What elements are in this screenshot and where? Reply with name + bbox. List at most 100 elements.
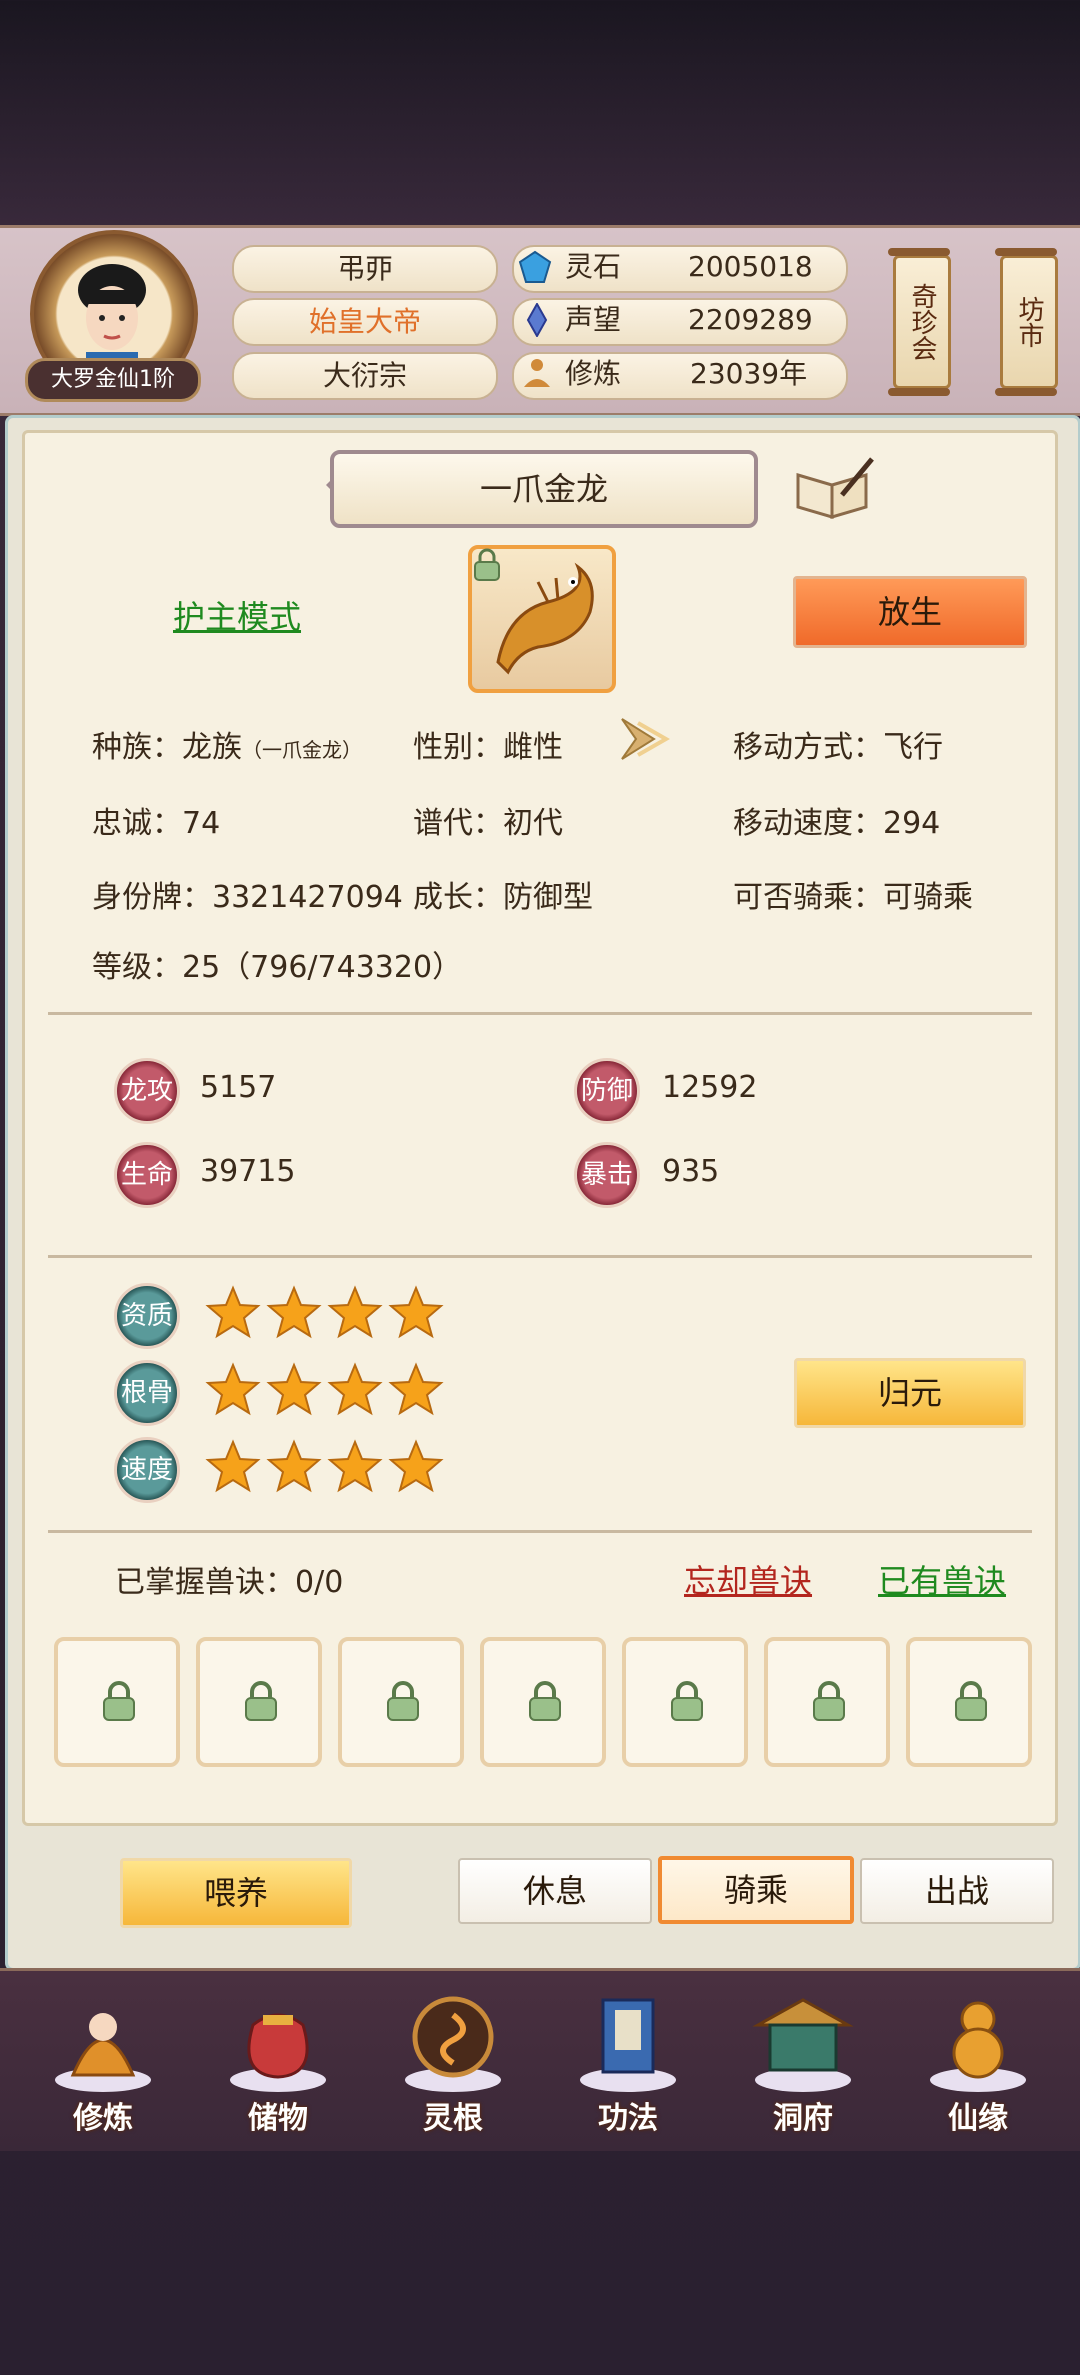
ride-button[interactable]: 骑乘: [658, 1856, 854, 1924]
nav-cultivate[interactable]: 修炼: [38, 1985, 168, 2136]
movement-info: 移动方式：飞行: [733, 722, 943, 766]
growth-label: 成长：: [413, 880, 503, 915]
star-icon: [205, 1285, 261, 1339]
resource-value: 2209289: [688, 303, 813, 336]
nav-techniques[interactable]: 功法: [563, 1985, 693, 2136]
stat-value: 12592: [662, 1070, 758, 1105]
stat-badge: 龙攻: [114, 1058, 180, 1124]
race-label: 种族：: [92, 730, 182, 765]
speed-label: 移动速度：: [733, 806, 883, 841]
race-info: 种族：龙族（一爪金龙）: [92, 722, 362, 766]
pouch-icon: [230, 2013, 326, 2092]
gender-value: 雌性: [503, 730, 563, 765]
nav-cave-abode[interactable]: 洞府: [738, 1985, 868, 2136]
pet-name-title: 一爪金龙: [330, 450, 758, 528]
talent-badge: 速度: [114, 1437, 180, 1503]
player-title: 始皇大帝: [232, 298, 498, 346]
release-button[interactable]: 放生: [793, 576, 1027, 648]
nav-label: 洞府: [773, 2101, 833, 2136]
star-icon: [388, 1439, 444, 1493]
star-icon: [327, 1439, 383, 1493]
generation-info: 谱代：初代: [413, 798, 563, 842]
arrow-right-icon[interactable]: [618, 715, 670, 763]
divider: [48, 1255, 1032, 1258]
lock-icon: [245, 1681, 277, 1721]
skill-slot[interactable]: [480, 1637, 606, 1767]
battle-button[interactable]: 出战: [860, 1858, 1054, 1924]
skill-slot[interactable]: [906, 1637, 1032, 1767]
guard-mode-link[interactable]: 护主模式: [173, 592, 301, 638]
skill-slot[interactable]: [622, 1637, 748, 1767]
gender-info: 性别：雌性: [413, 722, 563, 766]
gourd-icon: [930, 2001, 1026, 2092]
loyalty-info: 忠诚：74: [92, 798, 220, 842]
skill-slot[interactable]: [196, 1637, 322, 1767]
resource-label: 声望: [565, 303, 622, 336]
rank-badge: 大罗金仙1阶: [25, 358, 201, 402]
loyalty-value: 74: [182, 806, 221, 841]
divider: [48, 1012, 1032, 1015]
lock-icon: [955, 1681, 987, 1721]
scripture-book-icon: [580, 1998, 676, 2092]
lock-icon: [813, 1681, 845, 1721]
divider: [48, 1530, 1032, 1533]
skill-slot[interactable]: [54, 1637, 180, 1767]
owned-skill-link[interactable]: 已有兽诀: [878, 1556, 1006, 1602]
generation-value: 初代: [503, 806, 563, 841]
forget-skill-link[interactable]: 忘却兽诀: [684, 1556, 812, 1602]
star-icon: [388, 1362, 444, 1416]
resource-value: 2005018: [688, 250, 813, 283]
market-button[interactable]: 坊市: [995, 248, 1058, 396]
nav-label: 功法: [598, 2101, 658, 2136]
growth-value: 防御型: [503, 880, 593, 915]
level-value: 25（796/743320）: [182, 950, 463, 985]
race-value: 龙族: [182, 730, 242, 765]
mastered-skills: 已掌握兽诀：0/0: [115, 1565, 344, 1600]
star-icon: [205, 1362, 261, 1416]
resource-label: 灵石: [565, 250, 622, 283]
star-icon: [266, 1285, 322, 1339]
id-value: 3321427094: [212, 880, 403, 915]
gender-label: 性别：: [413, 730, 503, 765]
treasure-fair-button[interactable]: 奇珍会: [888, 248, 951, 396]
nav-spirit-root[interactable]: 灵根: [388, 1985, 518, 2136]
nav-storage[interactable]: 储物: [213, 1985, 343, 2136]
speed-info: 移动速度：294: [733, 798, 940, 842]
spirit-root-icon: [405, 1996, 501, 2092]
star-icon: [266, 1439, 322, 1493]
nav-label: 仙缘: [948, 2101, 1008, 2136]
stat-badge: 防御: [574, 1058, 640, 1124]
stat-badge: 生命: [114, 1142, 180, 1208]
generation-label: 谱代：: [413, 806, 503, 841]
stat-value: 5157: [200, 1070, 277, 1105]
book-quill-icon[interactable]: [792, 455, 876, 521]
restore-button[interactable]: 归元: [794, 1358, 1026, 1428]
talent-badge: 根骨: [114, 1360, 180, 1426]
skill-slot[interactable]: [338, 1637, 464, 1767]
movement-value: 飞行: [883, 730, 943, 765]
star-icon: [205, 1439, 261, 1493]
resource-label: 修炼: [565, 357, 622, 390]
star-icon: [327, 1362, 383, 1416]
reputation-crystal-icon: [526, 303, 548, 337]
pavilion-icon: [752, 1998, 854, 2092]
talent-badge: 资质: [114, 1283, 180, 1349]
lock-icon: [387, 1681, 419, 1721]
star-icon: [266, 1362, 322, 1416]
star-icon: [388, 1285, 444, 1339]
level-label: 等级：: [92, 950, 182, 985]
growth-info: 成长：防御型: [413, 872, 593, 916]
skill-slot[interactable]: [764, 1637, 890, 1767]
nav-fate[interactable]: 仙缘: [913, 1985, 1043, 2136]
stat-value: 39715: [200, 1154, 296, 1189]
feed-button[interactable]: 喂养: [120, 1858, 352, 1928]
stat-value: 935: [662, 1154, 720, 1189]
nav-label: 储物: [248, 2101, 308, 2136]
nav-label: 修炼: [73, 2101, 133, 2136]
speed-value: 294: [883, 806, 941, 841]
player-name: 弔丣: [232, 245, 498, 293]
lock-icon: [103, 1681, 135, 1721]
lock-icon: [671, 1681, 703, 1721]
level-info: 等级：25（796/743320）: [92, 942, 462, 986]
rest-button[interactable]: 休息: [458, 1858, 652, 1924]
